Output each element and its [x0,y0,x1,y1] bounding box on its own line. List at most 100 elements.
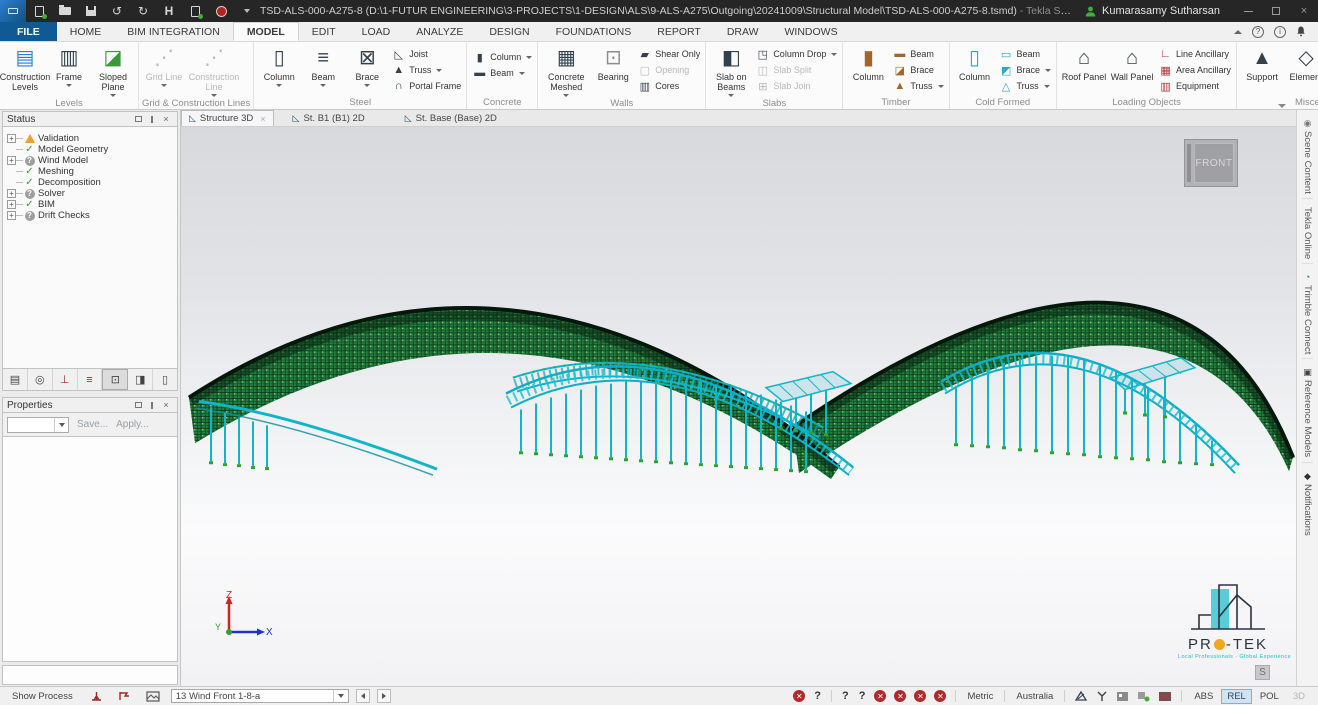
equipment-button[interactable]: ▥Equipment [1158,78,1231,94]
roof-vault-right[interactable] [793,303,1293,473]
area-ancillary-button[interactable]: ▦Area Ancillary [1158,62,1231,78]
status-tool-grid-icon[interactable]: ▤ [3,369,28,390]
column-drop-button[interactable]: ◳Column Drop [755,46,837,62]
node-branch-icon[interactable] [1096,690,1108,702]
help-icon[interactable]: ? [1252,26,1264,38]
ribbon-options-chevron-icon[interactable] [1278,104,1286,108]
close-panel-icon[interactable]: × [159,114,173,124]
3d-coord-button[interactable]: 3D [1287,689,1311,704]
qat-dropdown-icon[interactable] [234,0,260,22]
tekla-online-tab[interactable]: Tekla Online [1302,203,1313,264]
status-error-icon[interactable]: ✕ [894,690,906,702]
image-export-icon[interactable] [1116,691,1129,702]
slab-join-button[interactable]: ⊞Slab Join [755,78,837,94]
status-question-icon[interactable]: ? [814,690,821,702]
previous-case-button[interactable] [356,689,370,703]
status-error-icon[interactable]: ✕ [934,690,946,702]
deflection-display-icon[interactable] [118,690,131,702]
expand-icon[interactable]: + [7,156,16,165]
maximize-button[interactable] [1262,0,1290,22]
shear-only-button[interactable]: ▰Shear Only [637,46,700,62]
info-icon[interactable]: i [1274,26,1286,38]
status-item-drift-checks[interactable]: +?Drift Checks [7,210,175,221]
status-tool-flag-icon[interactable]: ◨ [128,369,153,390]
concrete-beam-button[interactable]: ▬Beam [472,65,532,81]
construction-line-button[interactable]: ⋰Construction Line [186,43,242,97]
rel-coord-button[interactable]: REL [1221,689,1251,704]
close-tab-icon[interactable]: × [260,114,265,124]
bell-icon[interactable] [1296,26,1306,37]
reference-models-tab[interactable]: ▣ Reference Models [1302,363,1313,462]
record-button[interactable] [208,0,234,22]
status-item-bim[interactable]: +✓BIM [7,199,175,210]
cold-formed-beam-button[interactable]: ▭Beam [999,46,1052,62]
model-3d-view[interactable] [181,127,1296,686]
tab-home[interactable]: HOME [57,22,115,41]
tab-windows[interactable]: WINDOWS [772,22,851,41]
truss-button[interactable]: ▲Truss [391,62,461,78]
new-file-button[interactable] [26,0,52,22]
wall-panel-button[interactable]: ⌂Wall Panel [1108,43,1156,96]
status-question-icon[interactable]: ? [859,690,866,702]
collapse-ribbon-icon[interactable] [1234,30,1242,34]
steel-beam-button[interactable]: ≡Beam [301,43,345,96]
abs-coord-button[interactable]: ABS [1188,689,1219,704]
view-cube[interactable]: FRONT [1184,139,1238,187]
status-error-icon[interactable]: ✕ [874,690,886,702]
timber-column-button[interactable]: ▮Column [846,43,890,96]
element-button[interactable]: ◇Element [1284,43,1318,96]
tab-load[interactable]: LOAD [349,22,404,41]
status-tool-selected-icon[interactable]: ⊡ [102,369,128,390]
expand-icon[interactable]: + [7,134,16,143]
expand-icon[interactable]: + [7,200,16,209]
snap-settings-icon[interactable] [1137,690,1150,702]
render-mode-icon[interactable] [146,691,160,702]
region-button[interactable]: Australia [1010,691,1059,702]
cores-button[interactable]: ▥Cores [637,78,700,94]
concrete-column-button[interactable]: ▮Column [472,49,532,65]
status-item-validation[interactable]: +Validation [7,133,175,144]
support-display-icon[interactable] [90,690,103,702]
slab-split-button[interactable]: ◫Slab Split [755,62,837,78]
redo-button[interactable]: ↻ [130,0,156,22]
status-item-decomposition[interactable]: ✓Decomposition [7,177,175,188]
expand-icon[interactable]: + [7,211,16,220]
tab-bim-integration[interactable]: BIM INTEGRATION [114,22,233,41]
truss-frame-right[interactable] [1111,358,1195,419]
close-button[interactable]: × [1290,0,1318,22]
cold-formed-brace-button[interactable]: ◩Brace [999,62,1052,78]
status-tool-globe-icon[interactable]: ◎ [28,369,53,390]
support-button[interactable]: ▲Support [1240,43,1284,96]
tab-file[interactable]: FILE [0,22,57,41]
timber-beam-button[interactable]: ▬Beam [892,46,943,62]
validate-quick-button[interactable] [182,0,208,22]
concrete-meshed-button[interactable]: ▦Concrete Meshed [541,43,591,97]
tab-edit[interactable]: EDIT [299,22,349,41]
view-tab-structure-3d[interactable]: ◺Structure 3D× [181,110,274,126]
save-button[interactable] [78,0,104,22]
steel-brace-button[interactable]: ⊠Brace [345,43,389,96]
tab-draw[interactable]: DRAW [714,22,772,41]
status-item-solver[interactable]: +?Solver [7,188,175,199]
opening-button[interactable]: ▢Opening [637,62,700,78]
line-ancillary-button[interactable]: ∟Line Ancillary [1158,46,1231,62]
notifications-tab[interactable]: ◆ Notifications [1302,467,1313,540]
tab-report[interactable]: REPORT [644,22,714,41]
float-panel-icon[interactable] [131,116,145,122]
pin-panel-icon[interactable] [145,402,159,409]
undo-button[interactable]: ↺ [104,0,130,22]
save-properties-button[interactable]: Save... [77,419,108,430]
joist-button[interactable]: ◺Joist [391,46,461,62]
portal-frame-button[interactable]: ∩Portal Frame [391,78,461,94]
grid-line-button[interactable]: ⋰Grid Line [142,43,186,97]
steel-column-button[interactable]: ▯Column [257,43,301,96]
status-tool-loads-icon[interactable]: ≡ [78,369,103,390]
cold-formed-column-button[interactable]: ▯Column [953,43,997,96]
pin-panel-icon[interactable] [145,116,159,123]
user-account-button[interactable]: Kumarasamy Sutharsan [1071,5,1234,17]
status-item-model-geometry[interactable]: ✓Model Geometry [7,144,175,155]
tab-analyze[interactable]: ANALYZE [403,22,476,41]
expand-icon[interactable]: + [7,189,16,198]
show-process-button[interactable]: Show Process [6,691,79,702]
snapshot-button[interactable]: S [1255,665,1270,680]
